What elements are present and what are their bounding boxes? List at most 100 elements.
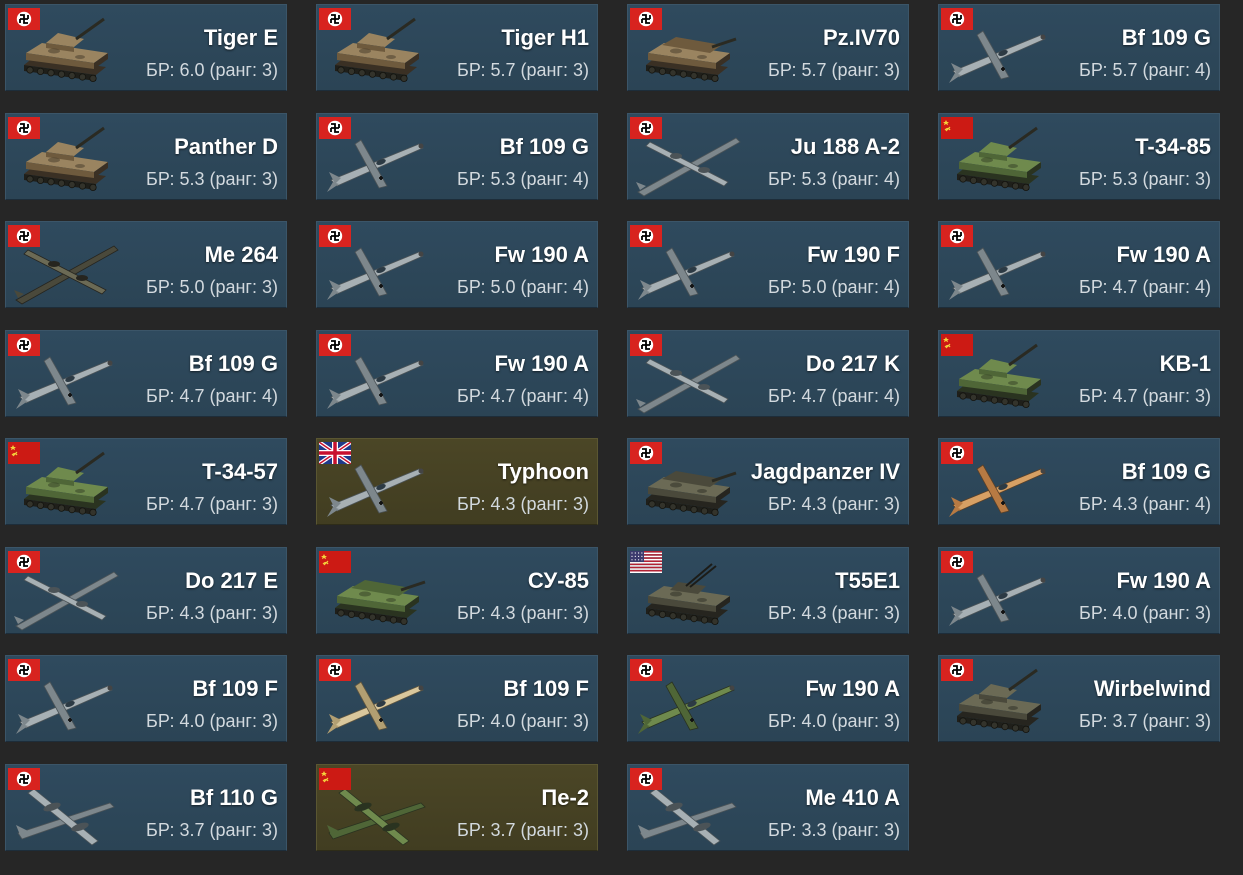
flag-germany-icon bbox=[630, 334, 662, 356]
flag-uk-icon bbox=[319, 442, 351, 464]
flag-germany-icon bbox=[8, 117, 40, 139]
flag-germany-icon bbox=[630, 225, 662, 247]
flag-germany-icon bbox=[8, 768, 40, 790]
vehicle-name: Bf 109 F bbox=[503, 676, 589, 701]
vehicle-card[interactable]: T-34-57 БР: 4.7 (ранг: 3) bbox=[5, 438, 287, 525]
vehicle-card[interactable]: СУ-85 БР: 4.3 (ранг: 3) bbox=[316, 547, 598, 634]
flag-germany-icon bbox=[319, 659, 351, 681]
battle-rating: БР: 5.0 (ранг: 4) bbox=[768, 277, 900, 297]
battle-rating: БР: 5.3 (ранг: 3) bbox=[146, 169, 278, 189]
flag-usa-icon bbox=[630, 551, 662, 573]
flag-germany-icon bbox=[319, 225, 351, 247]
vehicle-card[interactable]: Me 410 A БР: 3.3 (ранг: 3) bbox=[627, 764, 909, 851]
battle-rating: БР: 5.3 (ранг: 4) bbox=[768, 169, 900, 189]
vehicle-name: Fw 190 A bbox=[1116, 242, 1211, 267]
battle-rating: БР: 4.7 (ранг: 4) bbox=[457, 386, 589, 406]
flag-germany-icon bbox=[8, 8, 40, 30]
flag-germany-icon bbox=[941, 8, 973, 30]
flag-germany-icon bbox=[630, 768, 662, 790]
battle-rating: БР: 5.7 (ранг: 4) bbox=[1079, 60, 1211, 80]
vehicle-name: Ju 188 A-2 bbox=[790, 134, 900, 159]
vehicle-name: T-34-85 bbox=[1135, 134, 1211, 159]
vehicle-name: T55E1 bbox=[835, 568, 900, 593]
vehicle-name: Tiger H1 bbox=[501, 25, 589, 50]
vehicle-card[interactable]: KB-1 БР: 4.7 (ранг: 3) bbox=[938, 330, 1220, 417]
vehicle-card[interactable]: Do 217 K БР: 4.7 (ранг: 4) bbox=[627, 330, 909, 417]
vehicle-card[interactable]: Bf 110 G БР: 3.7 (ранг: 3) bbox=[5, 764, 287, 851]
vehicle-name: Typhoon bbox=[497, 459, 589, 484]
battle-rating: БР: 4.3 (ранг: 3) bbox=[457, 494, 589, 514]
vehicle-card[interactable]: Пе-2 БР: 3.7 (ранг: 3) bbox=[316, 764, 598, 851]
vehicle-name: Tiger E bbox=[203, 25, 278, 50]
vehicle-card[interactable]: Bf 109 F БР: 4.0 (ранг: 3) bbox=[316, 655, 598, 742]
vehicle-card[interactable]: Typhoon БР: 4.3 (ранг: 3) bbox=[316, 438, 598, 525]
vehicle-card[interactable]: Fw 190 A БР: 4.0 (ранг: 3) bbox=[938, 547, 1220, 634]
vehicle-card[interactable]: Tiger E БР: 6.0 (ранг: 3) bbox=[5, 4, 287, 91]
battle-rating: БР: 5.0 (ранг: 3) bbox=[146, 277, 278, 297]
vehicle-card[interactable]: Bf 109 G БР: 5.3 (ранг: 4) bbox=[316, 113, 598, 200]
vehicle-card[interactable]: Fw 190 A БР: 5.0 (ранг: 4) bbox=[316, 221, 598, 308]
flag-germany-icon bbox=[941, 659, 973, 681]
flag-germany-icon bbox=[319, 8, 351, 30]
vehicle-name: Пе-2 bbox=[541, 785, 589, 810]
vehicle-name: Fw 190 A bbox=[805, 676, 900, 701]
vehicle-card[interactable]: T-34-85 БР: 5.3 (ранг: 3) bbox=[938, 113, 1220, 200]
vehicle-card[interactable]: Fw 190 A БР: 4.0 (ранг: 3) bbox=[627, 655, 909, 742]
battle-rating: БР: 6.0 (ранг: 3) bbox=[146, 60, 278, 80]
vehicle-name: Fw 190 F bbox=[807, 242, 900, 267]
vehicle-name: Pz.IV70 bbox=[822, 25, 900, 50]
battle-rating: БР: 4.0 (ранг: 3) bbox=[1079, 603, 1211, 623]
flag-germany-icon bbox=[941, 442, 973, 464]
battle-rating: БР: 4.7 (ранг: 4) bbox=[768, 386, 900, 406]
battle-rating: БР: 4.0 (ранг: 3) bbox=[768, 711, 900, 731]
vehicle-grid: Tiger E БР: 6.0 (ранг: 3) Tiger H1 БР: 5.7 … bbox=[0, 0, 1243, 875]
vehicle-name: Do 217 E bbox=[185, 568, 278, 593]
vehicle-card[interactable]: Me 264 БР: 5.0 (ранг: 3) bbox=[5, 221, 287, 308]
battle-rating: БР: 5.7 (ранг: 3) bbox=[457, 60, 589, 80]
battle-rating: БР: 3.3 (ранг: 3) bbox=[768, 820, 900, 840]
vehicle-card[interactable]: Ju 188 A-2 БР: 5.3 (ранг: 4) bbox=[627, 113, 909, 200]
vehicle-card[interactable]: T55E1 БР: 4.3 (ранг: 3) bbox=[627, 547, 909, 634]
vehicle-card[interactable]: Bf 109 G БР: 5.7 (ранг: 4) bbox=[938, 4, 1220, 91]
vehicle-card[interactable]: Pz.IV70 БР: 5.7 (ранг: 3) bbox=[627, 4, 909, 91]
vehicle-name: T-34-57 bbox=[202, 459, 278, 484]
vehicle-card[interactable]: Fw 190 A БР: 4.7 (ранг: 4) bbox=[316, 330, 598, 417]
vehicle-name: Fw 190 A bbox=[494, 242, 589, 267]
flag-germany-icon bbox=[630, 8, 662, 30]
vehicle-card[interactable]: Fw 190 A БР: 4.7 (ранг: 4) bbox=[938, 221, 1220, 308]
vehicle-name: Panther D bbox=[174, 134, 278, 159]
flag-germany-icon bbox=[8, 551, 40, 573]
vehicle-card[interactable]: Tiger H1 БР: 5.7 (ранг: 3) bbox=[316, 4, 598, 91]
vehicle-name: Bf 109 F bbox=[192, 676, 278, 701]
vehicle-card[interactable]: Wirbelwind БР: 3.7 (ранг: 3) bbox=[938, 655, 1220, 742]
flag-ussr-icon bbox=[8, 442, 40, 464]
vehicle-name: Bf 109 G bbox=[1121, 25, 1211, 50]
vehicle-card[interactable]: Panther D БР: 5.3 (ранг: 3) bbox=[5, 113, 287, 200]
flag-ussr-icon bbox=[941, 334, 973, 356]
battle-rating: БР: 4.3 (ранг: 3) bbox=[146, 603, 278, 623]
battle-rating: БР: 4.0 (ранг: 3) bbox=[146, 711, 278, 731]
vehicle-card[interactable]: Jagdpanzer IV БР: 4.3 (ранг: 3) bbox=[627, 438, 909, 525]
vehicle-name: Bf 109 G bbox=[188, 351, 278, 376]
battle-rating: БР: 4.7 (ранг: 3) bbox=[1079, 386, 1211, 406]
vehicle-card[interactable]: Bf 109 G БР: 4.7 (ранг: 4) bbox=[5, 330, 287, 417]
flag-germany-icon bbox=[941, 225, 973, 247]
vehicle-card[interactable]: Bf 109 F БР: 4.0 (ранг: 3) bbox=[5, 655, 287, 742]
vehicle-name: Do 217 K bbox=[805, 351, 900, 376]
battle-rating: БР: 4.3 (ранг: 4) bbox=[1079, 494, 1211, 514]
flag-germany-icon bbox=[319, 117, 351, 139]
vehicle-name: Bf 109 G bbox=[1121, 459, 1211, 484]
battle-rating: БР: 4.7 (ранг: 4) bbox=[146, 386, 278, 406]
vehicle-card[interactable]: Do 217 E БР: 4.3 (ранг: 3) bbox=[5, 547, 287, 634]
flag-germany-icon bbox=[630, 659, 662, 681]
flag-germany-icon bbox=[8, 659, 40, 681]
flag-ussr-icon bbox=[319, 768, 351, 790]
vehicle-name: KB-1 bbox=[1159, 351, 1211, 376]
vehicle-card[interactable]: Bf 109 G БР: 4.3 (ранг: 4) bbox=[938, 438, 1220, 525]
vehicle-card[interactable]: Fw 190 F БР: 5.0 (ранг: 4) bbox=[627, 221, 909, 308]
vehicle-name: Me 410 A bbox=[805, 785, 900, 810]
vehicle-name: Wirbelwind bbox=[1093, 676, 1211, 701]
vehicle-name: Me 264 bbox=[204, 242, 278, 267]
flag-germany-icon bbox=[8, 225, 40, 247]
battle-rating: БР: 5.3 (ранг: 4) bbox=[457, 169, 589, 189]
